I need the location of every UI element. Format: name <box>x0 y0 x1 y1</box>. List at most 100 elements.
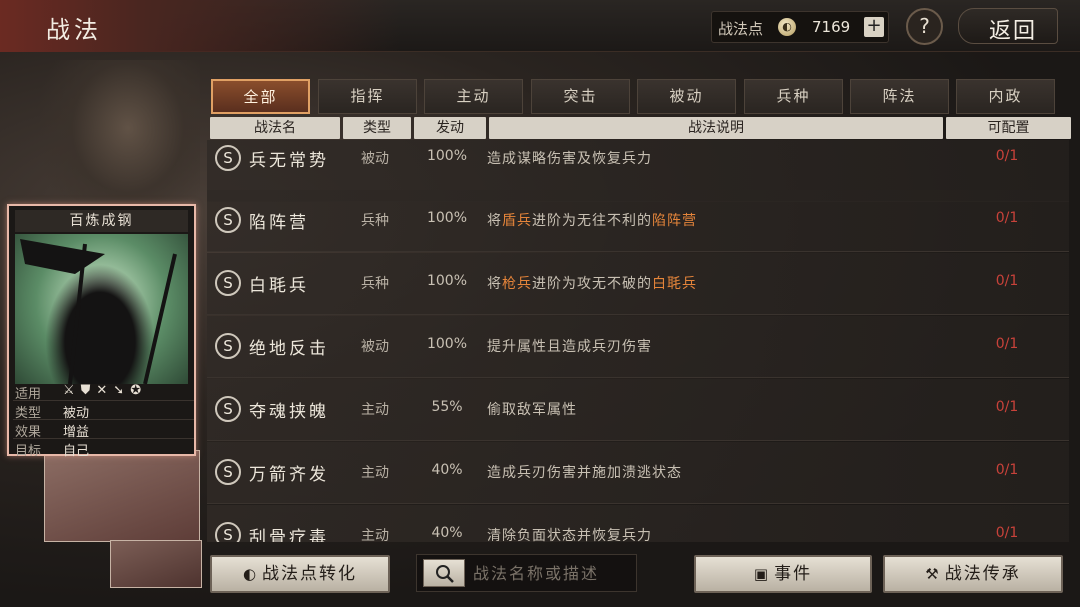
grade-badge: S <box>215 207 241 233</box>
stacked-card[interactable] <box>44 450 200 542</box>
target-label: 目标 <box>15 444 42 459</box>
inherit-tactic-button[interactable]: ⚒ 战法传承 <box>883 555 1063 593</box>
tactic-name: 白毦兵 <box>249 276 309 296</box>
tactic-points-display: 战法点 ◐ 7169 + <box>711 11 889 43</box>
tactic-description: 清除负面状态并恢复兵力 <box>487 528 652 542</box>
tactic-description: 提升属性且造成兵刃伤害 <box>487 339 652 355</box>
column-header-description: 战法说明 <box>489 117 943 139</box>
tactic-row[interactable]: S 绝地反击 被动 100% 提升属性且造成兵刃伤害 0/1 <box>207 316 1069 378</box>
tactic-rate: 40% <box>431 462 463 478</box>
tab-troop[interactable]: 兵种 <box>744 79 843 114</box>
tactic-row[interactable]: S 陷阵营 兵种 100% 将盾兵进阶为无往不利的陷阵营 0/1 <box>207 190 1069 252</box>
back-button[interactable]: 返回 <box>958 8 1058 44</box>
card-artwork <box>15 234 188 384</box>
selected-tactic-card[interactable]: 百炼成钢 适用 ⚔⛊✕➘✪ 类型 被动 效果 增益 目标 自己 <box>7 204 196 459</box>
search-button[interactable] <box>423 559 465 587</box>
tab-all[interactable]: 全部 <box>211 79 310 114</box>
hammer-icon: ⚒ <box>925 565 941 583</box>
tactic-name: 刮骨疗毒 <box>249 528 329 542</box>
tactic-row[interactable]: S 白毦兵 兵种 100% 将枪兵进阶为攻无不破的白毦兵 0/1 <box>207 253 1069 315</box>
tab-command[interactable]: 指挥 <box>318 79 417 114</box>
tactic-description: 将盾兵进阶为无往不利的陷阵营 <box>487 213 697 229</box>
points-value: 7169 <box>812 18 851 36</box>
tab-assault[interactable]: 突击 <box>531 79 630 114</box>
tactic-type: 主动 <box>361 465 389 481</box>
info-row-effect: 效果 增益 <box>13 420 194 440</box>
tactic-row[interactable]: S 刮骨疗毒 主动 40% 清除负面状态并恢复兵力 0/1 <box>207 505 1069 542</box>
scroll-icon: ▣ <box>753 565 771 583</box>
tactic-description: 造成谋略伤害及恢复兵力 <box>487 151 652 167</box>
search-bar <box>416 554 637 592</box>
column-header-config: 可配置 <box>946 117 1071 139</box>
type-value: 被动 <box>63 406 90 421</box>
tab-internal[interactable]: 内政 <box>956 79 1055 114</box>
help-button[interactable]: ? <box>906 8 943 45</box>
tactic-description: 造成兵刃伤害并施加溃逃状态 <box>487 465 682 481</box>
back-label: 返回 <box>989 19 1038 44</box>
tactic-config: 0/1 <box>995 148 1019 164</box>
top-bar: 战法 战法点 ◐ 7169 + ? 返回 <box>0 0 1080 52</box>
grade-badge: S <box>215 145 241 171</box>
points-label: 战法点 <box>718 20 764 38</box>
search-icon <box>436 565 454 583</box>
tactic-rate: 40% <box>431 525 463 541</box>
info-row-units: 适用 ⚔⛊✕➘✪ <box>13 382 194 402</box>
tactic-name: 夺魂挟魄 <box>249 402 329 422</box>
target-value: 自己 <box>63 444 90 459</box>
stacked-card[interactable] <box>110 540 202 588</box>
info-row-type: 类型 被动 <box>13 401 194 421</box>
tactic-name: 兵无常势 <box>249 151 329 171</box>
units-label: 适用 <box>15 387 42 402</box>
type-label: 类型 <box>15 406 42 421</box>
tactic-description: 偷取敌军属性 <box>487 402 577 418</box>
tactic-config: 0/1 <box>995 336 1019 352</box>
info-row-target: 目标 自己 <box>13 439 194 459</box>
grade-badge: S <box>215 333 241 359</box>
tactic-type: 被动 <box>361 339 389 355</box>
tab-passive[interactable]: 被动 <box>637 79 736 114</box>
tactic-config: 0/1 <box>995 210 1019 226</box>
tactic-name: 绝地反击 <box>249 339 329 359</box>
tactic-type: 兵种 <box>361 276 389 292</box>
events-button[interactable]: ▣ 事件 <box>694 555 872 593</box>
add-points-button[interactable]: + <box>864 17 884 37</box>
tactic-row[interactable]: S 夺魂挟魄 主动 55% 偷取敌军属性 0/1 <box>207 379 1069 441</box>
tactic-rate: 100% <box>426 210 468 226</box>
tactic-config: 0/1 <box>995 273 1019 289</box>
column-header-rate[interactable]: 发动 <box>414 117 486 139</box>
tactic-name: 万箭齐发 <box>249 465 329 485</box>
points-coin-icon: ◐ <box>242 565 259 583</box>
unit-type-icons: ⚔⛊✕➘✪ <box>63 383 148 398</box>
spear-art <box>20 239 177 384</box>
tab-active[interactable]: 主动 <box>424 79 523 114</box>
tactic-description: 将枪兵进阶为攻无不破的白毦兵 <box>487 276 697 292</box>
search-input[interactable] <box>473 560 633 586</box>
card-title: 百炼成钢 <box>15 210 188 232</box>
effect-value: 增益 <box>63 425 90 440</box>
tactic-name: 陷阵营 <box>249 213 309 233</box>
tactic-type: 被动 <box>361 151 389 167</box>
tactic-type: 兵种 <box>361 213 389 229</box>
tactic-config: 0/1 <box>995 462 1019 478</box>
tab-formation[interactable]: 阵法 <box>850 79 949 114</box>
grade-badge: S <box>215 270 241 296</box>
convert-points-button[interactable]: ◐ 战法点转化 <box>210 555 390 593</box>
column-header-name[interactable]: 战法名 <box>210 117 340 139</box>
effect-label: 效果 <box>15 425 42 440</box>
tactic-rate: 100% <box>426 148 468 164</box>
grade-badge: S <box>215 459 241 485</box>
tactic-rate: 100% <box>426 273 468 289</box>
tactic-config: 0/1 <box>995 399 1019 415</box>
tactic-row[interactable]: S 万箭齐发 主动 40% 造成兵刃伤害并施加溃逃状态 0/1 <box>207 442 1069 504</box>
column-header-type[interactable]: 类型 <box>343 117 411 139</box>
tactic-rate: 55% <box>431 399 463 415</box>
grade-badge: S <box>215 522 241 542</box>
grade-badge: S <box>215 396 241 422</box>
tactic-list[interactable]: S 兵无常势 被动 100% 造成谋略伤害及恢复兵力 0/1 S 陷阵营 兵种 … <box>207 140 1069 542</box>
points-coin-icon: ◐ <box>778 18 796 36</box>
page-title: 战法 <box>46 16 102 44</box>
tactic-config: 0/1 <box>995 525 1019 541</box>
category-tabs: 全部 指挥 主动 突击 被动 兵种 阵法 内政 <box>211 79 1063 115</box>
card-info: 适用 ⚔⛊✕➘✪ 类型 被动 效果 增益 目标 自己 <box>13 382 194 459</box>
tactic-type: 主动 <box>361 528 389 542</box>
